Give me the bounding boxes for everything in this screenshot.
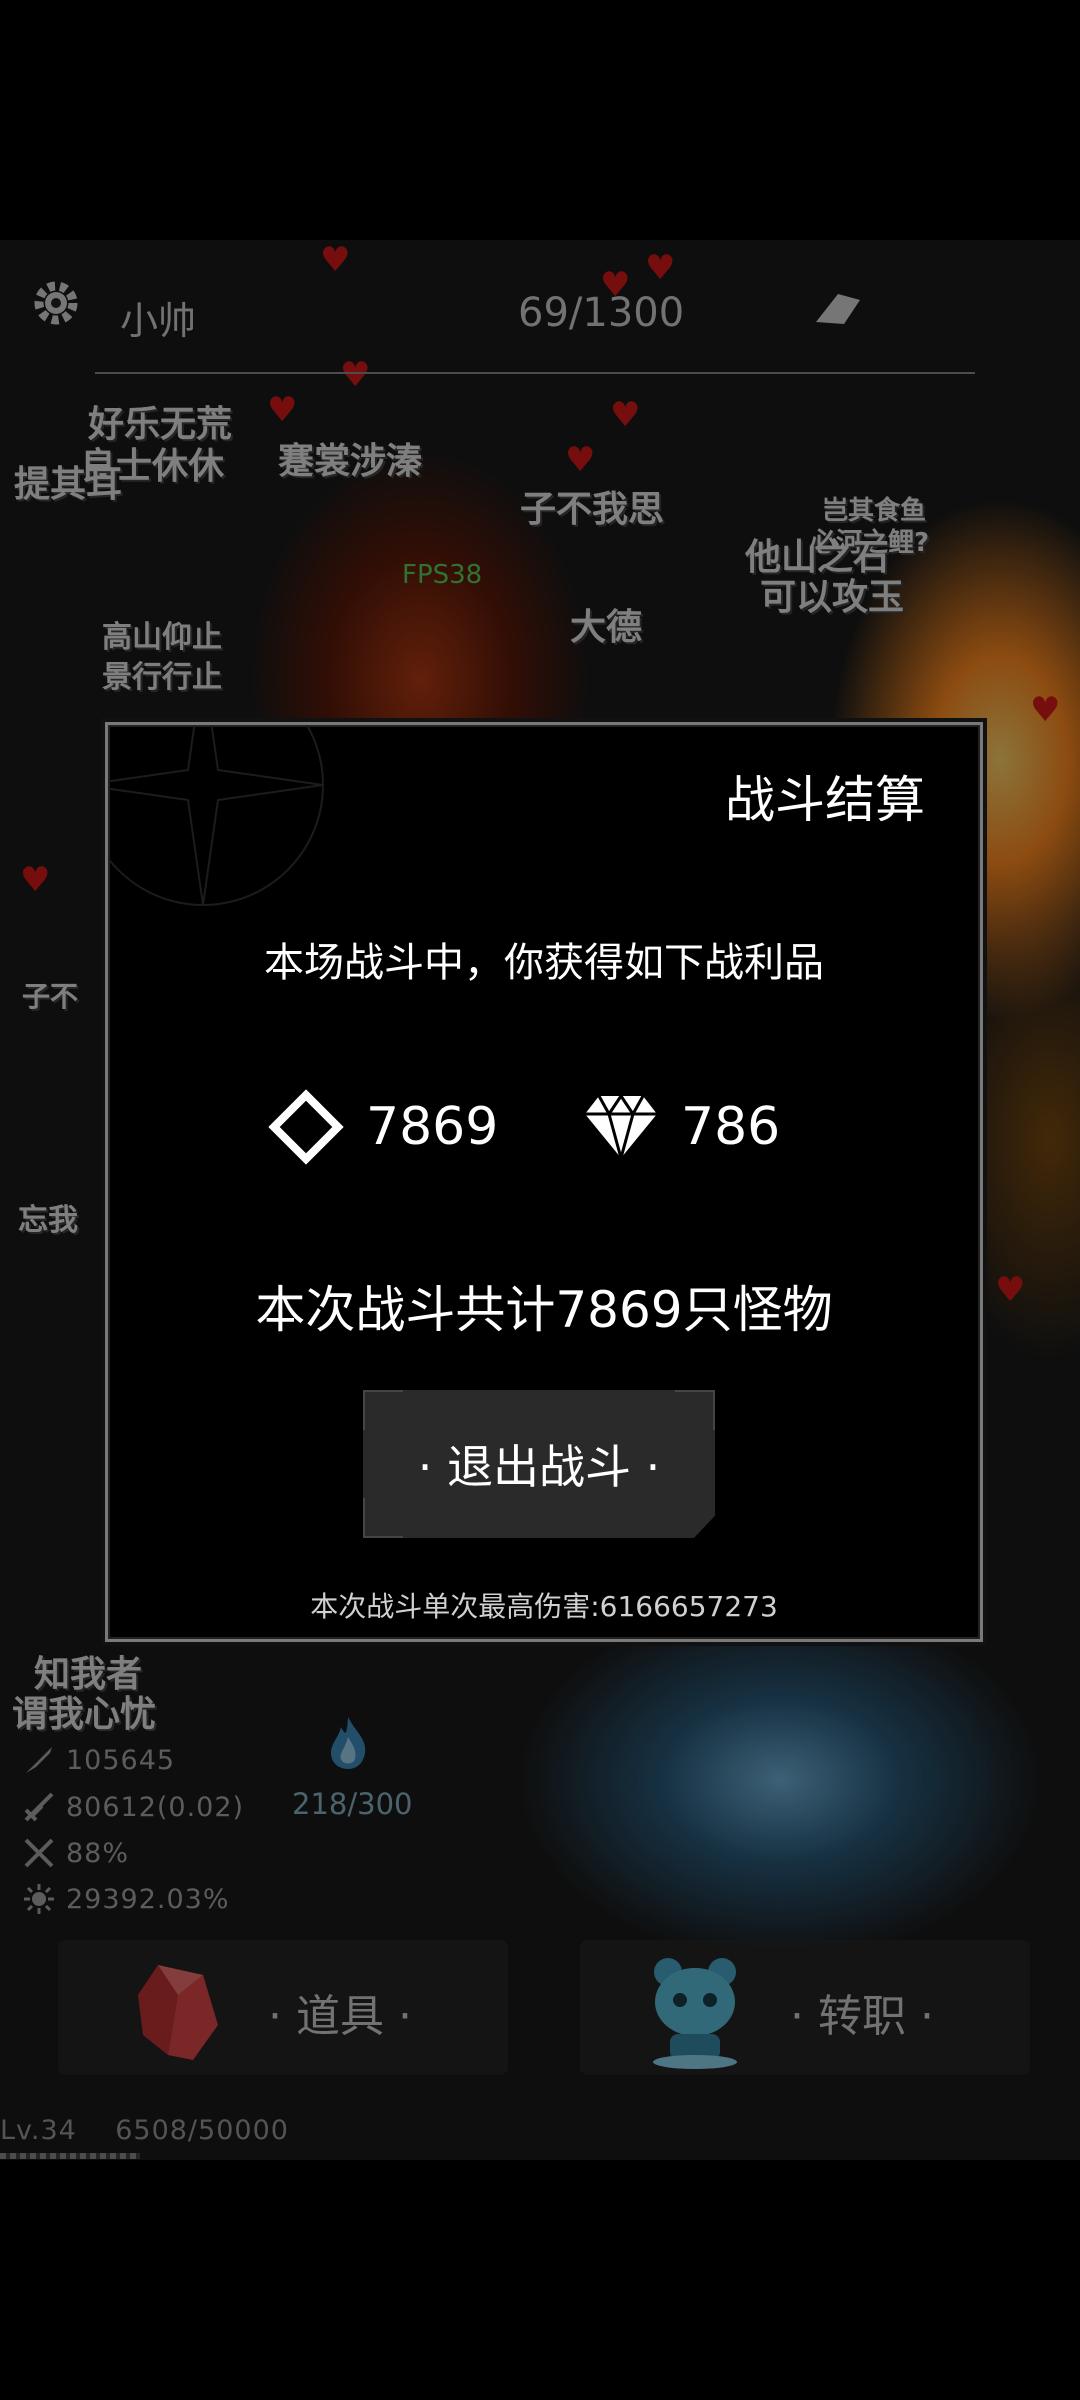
- dialog-title: 战斗结算: [725, 771, 925, 829]
- diamond-outline-icon: [268, 1089, 344, 1165]
- exit-battle-label: · 退出战斗 ·: [417, 1440, 661, 1494]
- max-damage-text: 本次战斗单次最高伤害:6166657273: [310, 1590, 778, 1623]
- reward-diamond: 7869: [268, 1087, 498, 1167]
- button-corner: [675, 1390, 715, 1430]
- battle-settlement-dialog: 战斗结算 本场战斗中，你获得如下战利品 7869 786 本次战斗共计7869只…: [105, 722, 983, 1642]
- dialog-subtitle: 本场战斗中，你获得如下战利品: [264, 940, 824, 986]
- battle-summary: 本次战斗共计7869只怪物: [255, 1281, 833, 1339]
- reward-value: 786: [681, 1097, 781, 1157]
- exit-battle-button[interactable]: · 退出战斗 ·: [363, 1390, 715, 1538]
- gem-icon: [585, 1093, 657, 1162]
- button-corner: [363, 1390, 403, 1430]
- reward-gem: 786: [583, 1087, 780, 1167]
- reward-value: 7869: [366, 1097, 499, 1157]
- button-corner: [363, 1498, 403, 1538]
